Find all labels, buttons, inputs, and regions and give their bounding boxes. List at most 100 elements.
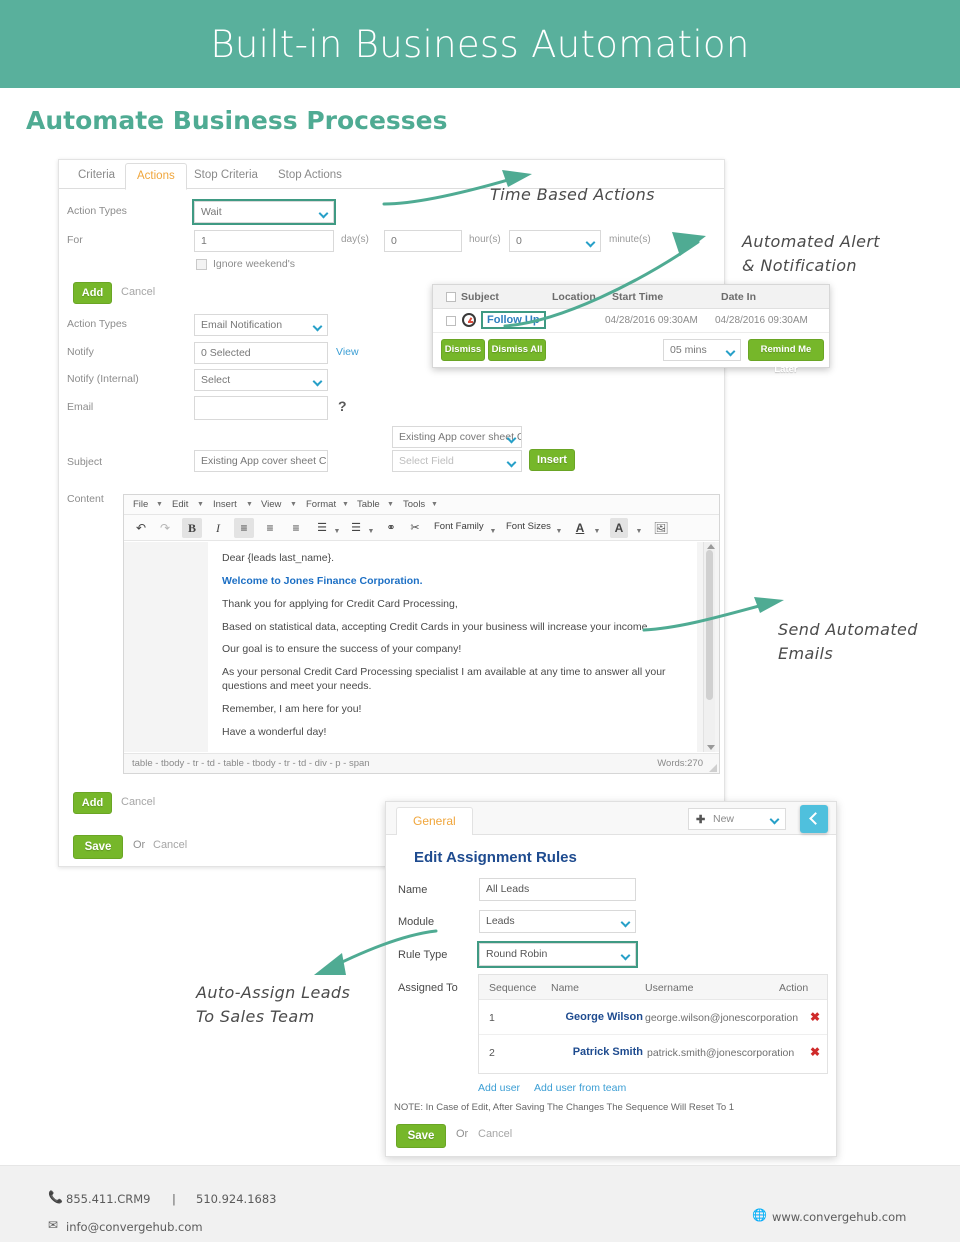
email-line-2: Welcome to Jones Finance Corporation.: [222, 574, 423, 587]
name-input[interactable]: All Leads: [479, 878, 636, 901]
undo-icon[interactable]: ↶: [132, 518, 150, 538]
scroll-down-icon[interactable]: [707, 745, 715, 750]
wait-minutes-select[interactable]: 0: [509, 230, 601, 252]
editor-scroll-thumb[interactable]: [706, 550, 713, 700]
email-line-6: As your personal Credit Card Processing …: [222, 666, 666, 693]
footer-separator: |: [172, 1192, 176, 1206]
numbered-list-icon[interactable]: ☰: [348, 518, 364, 538]
menu-table[interactable]: Table: [357, 499, 380, 510]
snooze-select[interactable]: 05 mins: [663, 339, 741, 361]
notify-view-link[interactable]: View: [336, 346, 359, 358]
align-right-icon[interactable]: ≡: [286, 518, 306, 538]
content-label: Content: [67, 493, 104, 505]
bold-icon[interactable]: B: [182, 518, 202, 538]
action-types-select-2[interactable]: Email Notification: [194, 314, 328, 336]
menu-view[interactable]: View: [261, 499, 281, 510]
italic-icon[interactable]: I: [208, 518, 228, 538]
col-username: Username: [645, 982, 694, 994]
text-color-icon[interactable]: A: [572, 518, 588, 538]
email-input[interactable]: [194, 396, 328, 420]
ignore-weekends-checkbox[interactable]: [196, 259, 207, 270]
tab-stop-criteria[interactable]: Stop Criteria: [183, 164, 269, 189]
editor-content-area[interactable]: Dear {leads last_name}. Welcome to Jones…: [208, 542, 697, 752]
page-banner: Built-in Business Automation: [0, 0, 960, 88]
cancel-wait-link[interactable]: Cancel: [121, 286, 155, 298]
reminder-row-checkbox[interactable]: [446, 316, 456, 326]
email-template-select[interactable]: Existing App cover sheet Cre: [392, 426, 522, 448]
save-workflow-button[interactable]: Save: [73, 835, 123, 859]
email-line-4: Based on statistical data, accepting Cre…: [222, 620, 651, 633]
link-icon[interactable]: ⚭: [382, 518, 400, 538]
annotation-automated-alert-line2: & Notification: [742, 256, 857, 275]
numbered-list-caret-icon[interactable]: ▼: [366, 522, 376, 542]
col-start-time: Start Time: [612, 291, 664, 303]
menu-insert[interactable]: Insert: [213, 499, 237, 510]
add-user-from-team-link[interactable]: Add user from team: [534, 1082, 626, 1094]
text-color-caret-icon[interactable]: ▼: [592, 522, 602, 542]
redo-icon[interactable]: ↷: [156, 518, 174, 538]
menu-format[interactable]: Format: [306, 499, 336, 510]
align-left-icon[interactable]: ≡: [234, 518, 254, 538]
bullet-list-icon[interactable]: ☰: [314, 518, 330, 538]
tab-criteria[interactable]: Criteria: [67, 164, 126, 189]
banner-title: Built-in Business Automation: [210, 22, 750, 66]
reminder-subject-link[interactable]: Follow Up: [483, 313, 544, 327]
font-sizes-caret-icon[interactable]: ▼: [554, 522, 564, 542]
menu-file[interactable]: File: [133, 499, 148, 510]
tab-actions[interactable]: Actions: [125, 163, 187, 190]
unlink-icon[interactable]: ✂: [406, 518, 424, 538]
row2-delete-icon[interactable]: ✖: [810, 1045, 820, 1059]
assignment-rules-card: General ✚ New Edit Assignment Rules Name…: [385, 801, 837, 1157]
cancel-email-link[interactable]: Cancel: [121, 796, 155, 808]
plus-icon: ✚: [696, 814, 706, 826]
module-label: Module: [398, 916, 435, 928]
insert-button[interactable]: Insert: [529, 449, 575, 471]
add-user-link[interactable]: Add user: [478, 1082, 520, 1094]
bullet-list-caret-icon[interactable]: ▼: [332, 522, 342, 542]
action-types-label-2: Action Types: [67, 318, 127, 330]
save-assignment-button[interactable]: Save: [396, 1124, 446, 1148]
wait-hours-input[interactable]: 0: [384, 230, 462, 252]
email-help-icon[interactable]: ?: [338, 398, 347, 414]
wait-days-input[interactable]: 1: [194, 230, 334, 252]
rule-type-select[interactable]: Round Robin: [479, 943, 636, 966]
dismiss-all-button[interactable]: Dismiss All: [488, 339, 546, 361]
cancel-workflow-link[interactable]: Cancel: [153, 839, 187, 851]
hours-unit: hour(s): [469, 234, 501, 245]
add-email-button[interactable]: Add: [73, 792, 112, 814]
back-button[interactable]: [800, 805, 828, 833]
action-types-select-1[interactable]: Wait: [194, 201, 334, 223]
row2-name[interactable]: Patrick Smith: [527, 1046, 643, 1058]
font-sizes-label[interactable]: Font Sizes: [506, 521, 551, 532]
tab-general[interactable]: General: [396, 807, 473, 835]
dismiss-button[interactable]: Dismiss: [441, 339, 485, 361]
tab-stop-actions[interactable]: Stop Actions: [267, 164, 353, 189]
resize-handle-icon[interactable]: [709, 764, 717, 772]
new-dropdown[interactable]: ✚ New: [688, 808, 786, 830]
footer-website[interactable]: www.convergehub.com: [772, 1210, 906, 1224]
align-center-icon[interactable]: ≡: [260, 518, 280, 538]
menu-edit[interactable]: Edit: [172, 499, 188, 510]
background-color-caret-icon[interactable]: ▼: [634, 522, 644, 542]
module-select[interactable]: Leads: [479, 910, 636, 933]
font-family-label[interactable]: Font Family: [434, 521, 484, 532]
footer-email[interactable]: info@convergehub.com: [66, 1220, 203, 1234]
select-all-checkbox[interactable]: [446, 292, 456, 302]
image-icon[interactable]: 🖼: [652, 518, 670, 538]
cancel-assignment-link[interactable]: Cancel: [478, 1128, 512, 1140]
background-color-icon[interactable]: A: [610, 518, 628, 538]
subject-input[interactable]: Existing App cover sheet Credit: [194, 450, 328, 472]
notify-input[interactable]: 0 Selected: [194, 342, 328, 364]
font-family-caret-icon[interactable]: ▼: [488, 522, 498, 542]
editor-scrollbar[interactable]: [703, 542, 715, 752]
select-field-dropdown[interactable]: Select Field: [392, 450, 522, 472]
menu-tools[interactable]: Tools: [403, 499, 425, 510]
row1-delete-icon[interactable]: ✖: [810, 1010, 820, 1024]
remind-me-later-button[interactable]: Remind Me Later: [748, 339, 824, 375]
scroll-up-icon[interactable]: [707, 544, 715, 549]
notify-internal-select[interactable]: Select: [194, 369, 328, 391]
row1-name[interactable]: George Wilson: [527, 1011, 643, 1023]
add-wait-button[interactable]: Add: [73, 282, 112, 304]
editor-canvas[interactable]: Dear {leads last_name}. Welcome to Jones…: [124, 542, 719, 752]
col-subject: Subject: [461, 291, 499, 303]
